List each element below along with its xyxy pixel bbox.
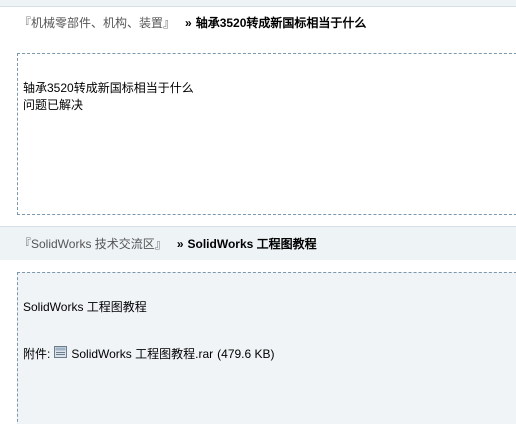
rar-file-icon[interactable] [54, 345, 68, 358]
thread-header-2: 『SolidWorks 技术交流区』 » SolidWorks 工程图教程 [0, 226, 516, 260]
attachment-filename-link[interactable]: SolidWorks 工程图教程.rar [71, 345, 213, 362]
attachment-size: (479.6 KB) [217, 346, 275, 361]
thread-title-text[interactable]: SolidWorks 工程图教程 [188, 237, 317, 251]
forum-link[interactable]: 『机械零部件、机构、装置』 [19, 16, 175, 30]
thread-title[interactable]: » SolidWorks 工程图教程 [177, 237, 317, 251]
page: 『机械零部件、机构、装置』 » 轴承3520转成新国标相当于什么 轴承3520转成新… [0, 0, 516, 424]
attachment-row: 附件: SolidWorks 工程图教程.rar (479.6 KB) [23, 345, 275, 362]
post-body-1: 轴承3520转成新国标相当于什么 问题已解决 [17, 53, 516, 215]
post-body-2: SolidWorks 工程图教程 附件: SolidWorks 工程图教程.ra… [17, 272, 516, 424]
post-text-line: 轴承3520转成新国标相当于什么 [23, 81, 194, 95]
thread-title-text[interactable]: 轴承3520转成新国标相当于什么 [196, 16, 367, 30]
forum-link[interactable]: 『SolidWorks 技术交流区』 [19, 237, 167, 251]
attachment-label: 附件: [23, 347, 51, 361]
thread-title[interactable]: » 轴承3520转成新国标相当于什么 [185, 16, 366, 30]
post-text-line: 问题已解决 [23, 98, 84, 112]
raquo-separator: » [185, 16, 192, 30]
thread-header-1: 『机械零部件、机构、装置』 » 轴承3520转成新国标相当于什么 [0, 6, 516, 40]
post-text-line: SolidWorks 工程图教程 [23, 300, 147, 314]
raquo-separator: » [176, 237, 184, 251]
